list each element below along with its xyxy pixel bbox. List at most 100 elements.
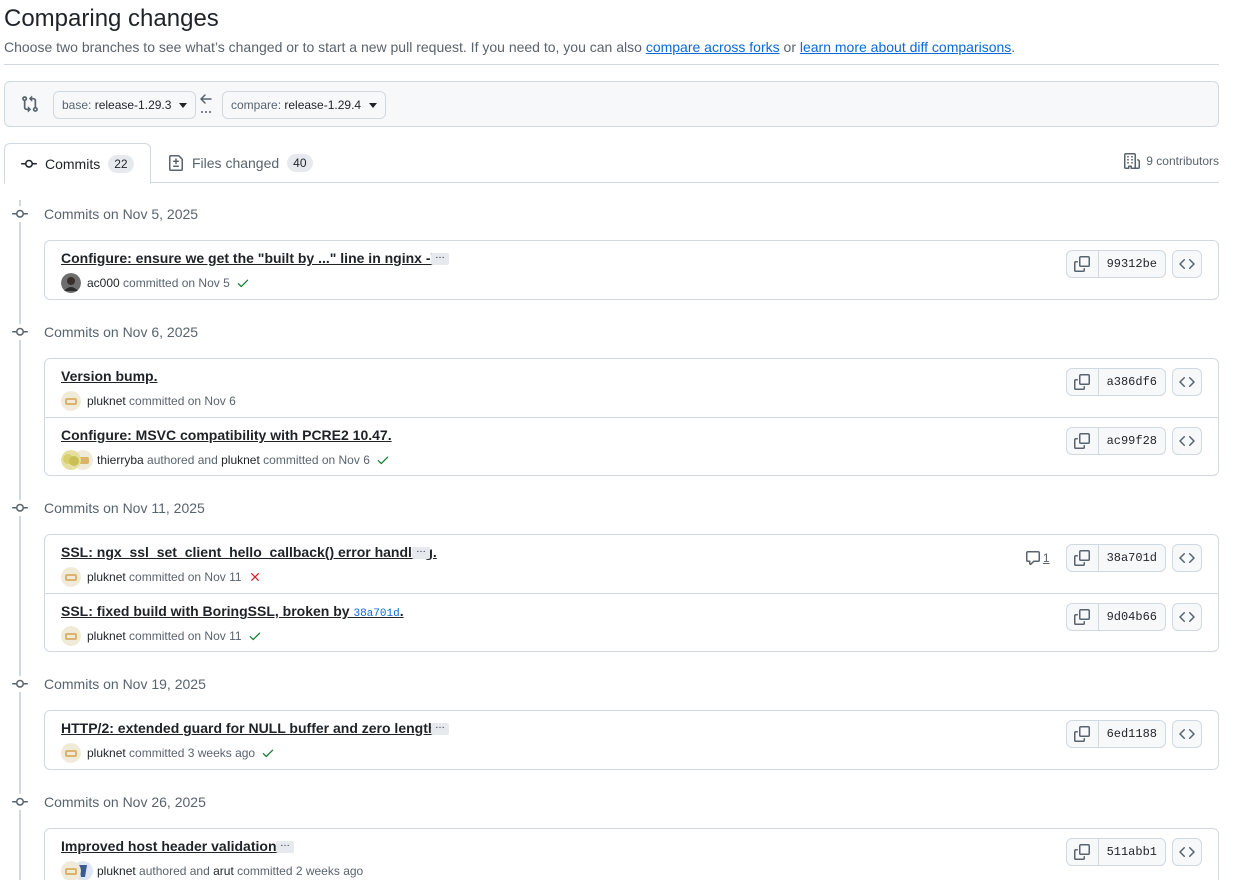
check-success-icon[interactable]: [376, 453, 390, 467]
commit-author-link[interactable]: pluknet: [87, 629, 126, 643]
contributors-link[interactable]: 9 contributors: [1124, 153, 1219, 169]
browse-repo-button[interactable]: [1172, 838, 1202, 866]
commit-group-title: Commits on Nov 6, 2025: [44, 324, 199, 340]
browse-repo-button[interactable]: [1172, 427, 1202, 455]
base-branch-select[interactable]: base: release-1.29.3: [53, 91, 197, 119]
copy-sha-button[interactable]: [1067, 721, 1099, 747]
commit-message-link[interactable]: SSL: fixed build with BoringSSL, broken …: [61, 603, 404, 620]
learn-more-link[interactable]: learn more about diff comparisons: [800, 39, 1011, 55]
check-success-icon[interactable]: [261, 746, 275, 760]
commit-author-link[interactable]: ac000: [87, 276, 120, 290]
browse-repo-button[interactable]: [1172, 544, 1202, 572]
check-success-icon[interactable]: [236, 276, 250, 290]
commit-group-title: Commits on Nov 19, 2025: [44, 676, 206, 692]
commit-sha-link[interactable]: 9d04b66: [1099, 604, 1165, 630]
browse-repo-button[interactable]: [1172, 368, 1202, 396]
git-commit-icon: [12, 500, 28, 516]
compare-branch-select[interactable]: compare: release-1.29.4: [222, 91, 387, 119]
comments-count: 1: [1042, 551, 1050, 565]
browse-repo-button[interactable]: [1172, 603, 1202, 631]
commit-verb: committed on Nov 11: [129, 570, 242, 584]
commit-sha-link[interactable]: 99312be: [1099, 251, 1165, 277]
files-changed-count-badge: 40: [287, 154, 313, 172]
commit-sha-link[interactable]: ac99f28: [1099, 428, 1165, 454]
commit-meta: pluknet committed on Nov 6: [61, 391, 236, 411]
commit-row: Configure: MSVC compatibility with PCRE2…: [45, 417, 1218, 475]
commit-sha-link[interactable]: 6ed1188: [1099, 721, 1165, 747]
code-icon: [1179, 258, 1195, 270]
avatar[interactable]: [61, 450, 81, 470]
browse-repo-button[interactable]: [1172, 720, 1202, 748]
commit-verb: committed on Nov 11: [129, 629, 242, 643]
commit-message-link[interactable]: Configure: MSVC compatibility with PCRE2…: [61, 427, 392, 443]
commit-author-link[interactable]: pluknet: [87, 746, 126, 760]
commit-author-link[interactable]: pluknet: [87, 394, 126, 408]
commit-message-link[interactable]: SSL: ngx_ssl_set_client_hello_callback()…: [61, 544, 437, 560]
avatar[interactable]: [61, 743, 81, 763]
git-compare-icon: [22, 95, 38, 113]
sha-button-group: 511abb1: [1065, 838, 1166, 866]
copy-icon: [1074, 844, 1091, 860]
avatar[interactable]: [61, 391, 81, 411]
sha-button-group: a386df6: [1065, 368, 1166, 396]
avatar[interactable]: [61, 861, 81, 880]
commit-message-text: SSL: fixed build with BoringSSL, broken …: [61, 603, 350, 619]
commit-sha-link[interactable]: 511abb1: [1099, 839, 1165, 865]
expand-message-button[interactable]: …: [431, 251, 449, 265]
commit-message-link[interactable]: Version bump.: [61, 368, 157, 384]
commit-actions: 511abb1: [1065, 838, 1202, 866]
commit-authored-and: authored and: [139, 864, 210, 878]
commit-row: Improved host header validation. … plukn…: [45, 829, 1218, 880]
commit-verb: committed on Nov 5: [123, 276, 230, 290]
x-failure-icon[interactable]: [248, 570, 262, 584]
comment-icon: [1025, 551, 1040, 565]
commit-meta: ac000 committed on Nov 5: [61, 273, 250, 293]
code-icon: [1179, 846, 1195, 858]
copy-sha-button[interactable]: [1067, 604, 1099, 630]
commit-sha-link[interactable]: a386df6: [1099, 369, 1165, 395]
commit-actions: 99312be: [1065, 250, 1202, 278]
commit-author-link[interactable]: pluknet: [87, 570, 126, 584]
range-editor: base: release-1.29.3 compare: release-1.…: [4, 81, 1219, 127]
copy-sha-button[interactable]: [1067, 369, 1099, 395]
commit-sha-link[interactable]: 38a701d: [1099, 545, 1165, 571]
avatar[interactable]: [61, 273, 81, 293]
commit-committer-link[interactable]: pluknet: [221, 453, 260, 467]
commit-author-link[interactable]: thierryba: [97, 453, 144, 467]
commit-group-list: Improved host header validation. … plukn…: [44, 828, 1219, 880]
copy-sha-button[interactable]: [1067, 251, 1099, 277]
referenced-commit-link[interactable]: 38a701d: [353, 608, 399, 620]
commit-author-link[interactable]: pluknet: [97, 864, 136, 878]
compare-label: compare:: [231, 98, 282, 112]
expand-message-button[interactable]: …: [431, 721, 449, 735]
expand-message-button[interactable]: …: [276, 839, 294, 853]
comments-link[interactable]: 1: [1025, 550, 1050, 566]
tab-commits[interactable]: Commits 22: [4, 143, 151, 184]
sha-button-group: 99312be: [1065, 250, 1166, 278]
check-success-icon[interactable]: [248, 629, 262, 643]
commit-message-link[interactable]: Improved host header validation.: [61, 838, 280, 854]
commit-group-list: HTTP/2: extended guard for NULL buffer a…: [44, 710, 1219, 770]
copy-sha-button[interactable]: [1067, 545, 1099, 571]
commit-committer-link[interactable]: arut: [213, 864, 234, 878]
expand-message-button[interactable]: …: [412, 545, 430, 559]
compare-across-forks-link[interactable]: compare across forks: [646, 39, 780, 55]
commit-message-link[interactable]: HTTP/2: extended guard for NULL buffer a…: [61, 720, 440, 736]
copy-icon: [1074, 550, 1091, 566]
browse-repo-button[interactable]: [1172, 250, 1202, 278]
compare-tabs: Commits 22 Files changed 40 9 contributo…: [4, 143, 1219, 184]
avatar[interactable]: [61, 567, 81, 587]
copy-sha-button[interactable]: [1067, 839, 1099, 865]
commit-authored-and: authored and: [147, 453, 218, 467]
description-text: Choose two branches to see what’s change…: [4, 39, 642, 55]
sha-button-group: 6ed1188: [1065, 720, 1166, 748]
commit-row: Configure: ensure we get the "built by .…: [45, 241, 1218, 299]
copy-sha-button[interactable]: [1067, 428, 1099, 454]
avatar-stack: [61, 450, 93, 470]
copy-icon: [1074, 726, 1091, 742]
commit-message-link[interactable]: Configure: ensure we get the "built by .…: [61, 250, 442, 266]
tab-files-changed[interactable]: Files changed 40: [152, 143, 329, 183]
description-or: or: [783, 39, 796, 55]
avatar[interactable]: [61, 626, 81, 646]
commit-actions: 9d04b66: [1065, 603, 1202, 631]
